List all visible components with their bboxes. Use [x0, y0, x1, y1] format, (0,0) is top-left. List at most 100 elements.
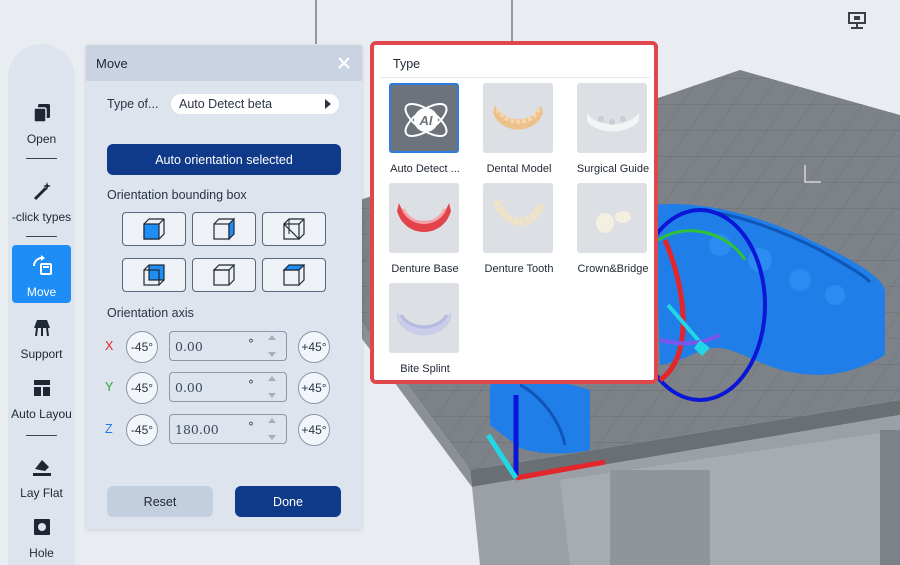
type-label-bite-splint: Bite Splint — [400, 363, 450, 375]
degree-unit: ° — [248, 420, 254, 434]
bbox-bottom-button[interactable] — [262, 258, 326, 292]
x-minus-button[interactable]: -45° — [126, 331, 158, 363]
auto-orientation-button[interactable]: Auto orientation selected — [107, 144, 341, 175]
cube-face-icon — [282, 264, 306, 286]
bbox-section-label: Orientation bounding box — [107, 188, 247, 202]
type-item-dental-model[interactable]: Dental Model — [472, 83, 566, 181]
auto-layout-tool-label: Auto Layou — [11, 407, 72, 421]
left-toolbar: Open -click types Move Support Auto Layo… — [8, 44, 75, 565]
reset-button[interactable]: Reset — [107, 486, 213, 517]
type-item-surgical-guide[interactable]: Surgical Guide — [566, 83, 660, 181]
layout-icon — [29, 375, 55, 401]
close-icon[interactable] — [336, 55, 352, 71]
file-copy-icon — [29, 100, 55, 126]
support-icon — [29, 315, 55, 341]
move-icon — [29, 253, 55, 279]
click-types-tool-label: -click types — [11, 210, 72, 224]
denture-tooth-thumbnail — [483, 183, 553, 253]
degree-unit: ° — [248, 378, 254, 392]
toolbar-divider — [26, 158, 57, 159]
axis-row-z: Z -45° 180.00 ° +45° — [105, 414, 335, 446]
z-plus-button[interactable]: +45° — [298, 414, 330, 446]
y-angle-stepper[interactable] — [266, 376, 278, 398]
dental-model-thumbnail — [483, 83, 553, 153]
svg-text:AI: AI — [419, 113, 433, 128]
popup-divider — [380, 77, 650, 78]
auto-detect-thumbnail: AI — [389, 83, 459, 153]
crown-bridge-image — [577, 183, 647, 253]
panel-title: Move — [96, 55, 128, 71]
type-label-surgical-guide: Surgical Guide — [576, 163, 650, 175]
lay-flat-tool-label: Lay Flat — [20, 486, 63, 500]
move-tool[interactable]: Move — [12, 245, 71, 303]
arrow-down-icon — [268, 352, 276, 357]
cube-face-icon — [283, 218, 305, 240]
ai-atom-icon: AI — [391, 85, 457, 151]
axis-row-x: X -45° 0.00 ° +45° — [105, 331, 335, 363]
z-angle-value: 180.00 — [175, 421, 219, 437]
dental-model-image — [483, 83, 553, 153]
type-label-dental-model: Dental Model — [486, 163, 552, 175]
surgical-guide-image — [577, 83, 647, 153]
type-item-bite-splint[interactable]: Bite Splint — [378, 283, 472, 381]
click-types-tool[interactable]: -click types — [12, 170, 71, 228]
axis-letter-y: Y — [105, 380, 114, 394]
type-label-denture-tooth: Denture Tooth — [484, 263, 554, 275]
bbox-side-button[interactable] — [262, 212, 326, 246]
hole-icon — [29, 514, 55, 540]
hole-tool-label: Hole — [29, 546, 54, 560]
open-tool-label: Open — [26, 132, 57, 146]
surgical-guide-thumbnail — [577, 83, 647, 153]
arrow-down-icon — [268, 435, 276, 440]
z-minus-button[interactable]: -45° — [126, 414, 158, 446]
type-label-denture-base: Denture Base — [391, 263, 459, 275]
type-label: Type of... — [107, 97, 159, 111]
y-minus-button[interactable]: -45° — [126, 372, 158, 404]
z-angle-input[interactable]: 180.00 ° — [169, 414, 287, 444]
z-angle-stepper[interactable] — [266, 418, 278, 440]
arrow-up-icon — [268, 376, 276, 381]
bite-splint-thumbnail — [389, 283, 459, 353]
type-item-auto-detect[interactable]: AI Auto Detect ... — [378, 83, 472, 181]
denture-tooth-image — [483, 183, 553, 253]
type-item-crown-bridge[interactable]: Crown&Bridge — [566, 183, 660, 281]
support-tool[interactable]: Support — [12, 307, 71, 365]
cube-face-icon — [143, 264, 165, 286]
arrow-down-icon — [268, 393, 276, 398]
x-plus-button[interactable]: +45° — [298, 331, 330, 363]
cube-face-icon — [212, 264, 236, 286]
type-item-denture-base[interactable]: Denture Base — [378, 183, 472, 281]
denture-base-image — [389, 183, 459, 253]
axis-letter-x: X — [105, 339, 114, 353]
type-label-crown-bridge: Crown&Bridge — [577, 263, 649, 275]
crown-bridge-thumbnail — [577, 183, 647, 253]
toolbar-divider — [26, 435, 57, 436]
auto-layout-tool[interactable]: Auto Layou — [11, 367, 72, 425]
x-angle-value: 0.00 — [175, 338, 203, 354]
magic-wand-icon — [29, 178, 55, 204]
done-button[interactable]: Done — [235, 486, 341, 517]
hole-tool[interactable]: Hole — [12, 506, 71, 564]
move-tool-label: Move — [26, 285, 57, 299]
arrow-up-icon — [268, 418, 276, 423]
denture-base-thumbnail — [389, 183, 459, 253]
lay-flat-tool[interactable]: Lay Flat — [12, 446, 71, 504]
y-angle-input[interactable]: 0.00 ° — [169, 372, 287, 402]
bbox-right-button[interactable] — [192, 212, 256, 246]
x-angle-input[interactable]: 0.00 ° — [169, 331, 287, 361]
caret-right-icon — [325, 99, 331, 109]
open-tool[interactable]: Open — [12, 92, 71, 150]
type-select[interactable]: Auto Detect beta — [171, 94, 339, 114]
axis-section-label: Orientation axis — [107, 306, 194, 320]
x-angle-stepper[interactable] — [266, 335, 278, 357]
type-label-auto-detect: Auto Detect ... — [390, 163, 460, 175]
type-item-denture-tooth[interactable]: Denture Tooth — [472, 183, 566, 281]
bbox-back-button[interactable] — [122, 258, 186, 292]
bbox-front-button[interactable] — [122, 212, 186, 246]
arrow-up-icon — [268, 335, 276, 340]
view-settings-icon[interactable] — [844, 8, 870, 34]
degree-unit: ° — [248, 337, 254, 351]
cube-face-icon — [213, 217, 235, 241]
y-plus-button[interactable]: +45° — [298, 372, 330, 404]
bbox-top-button[interactable] — [192, 258, 256, 292]
